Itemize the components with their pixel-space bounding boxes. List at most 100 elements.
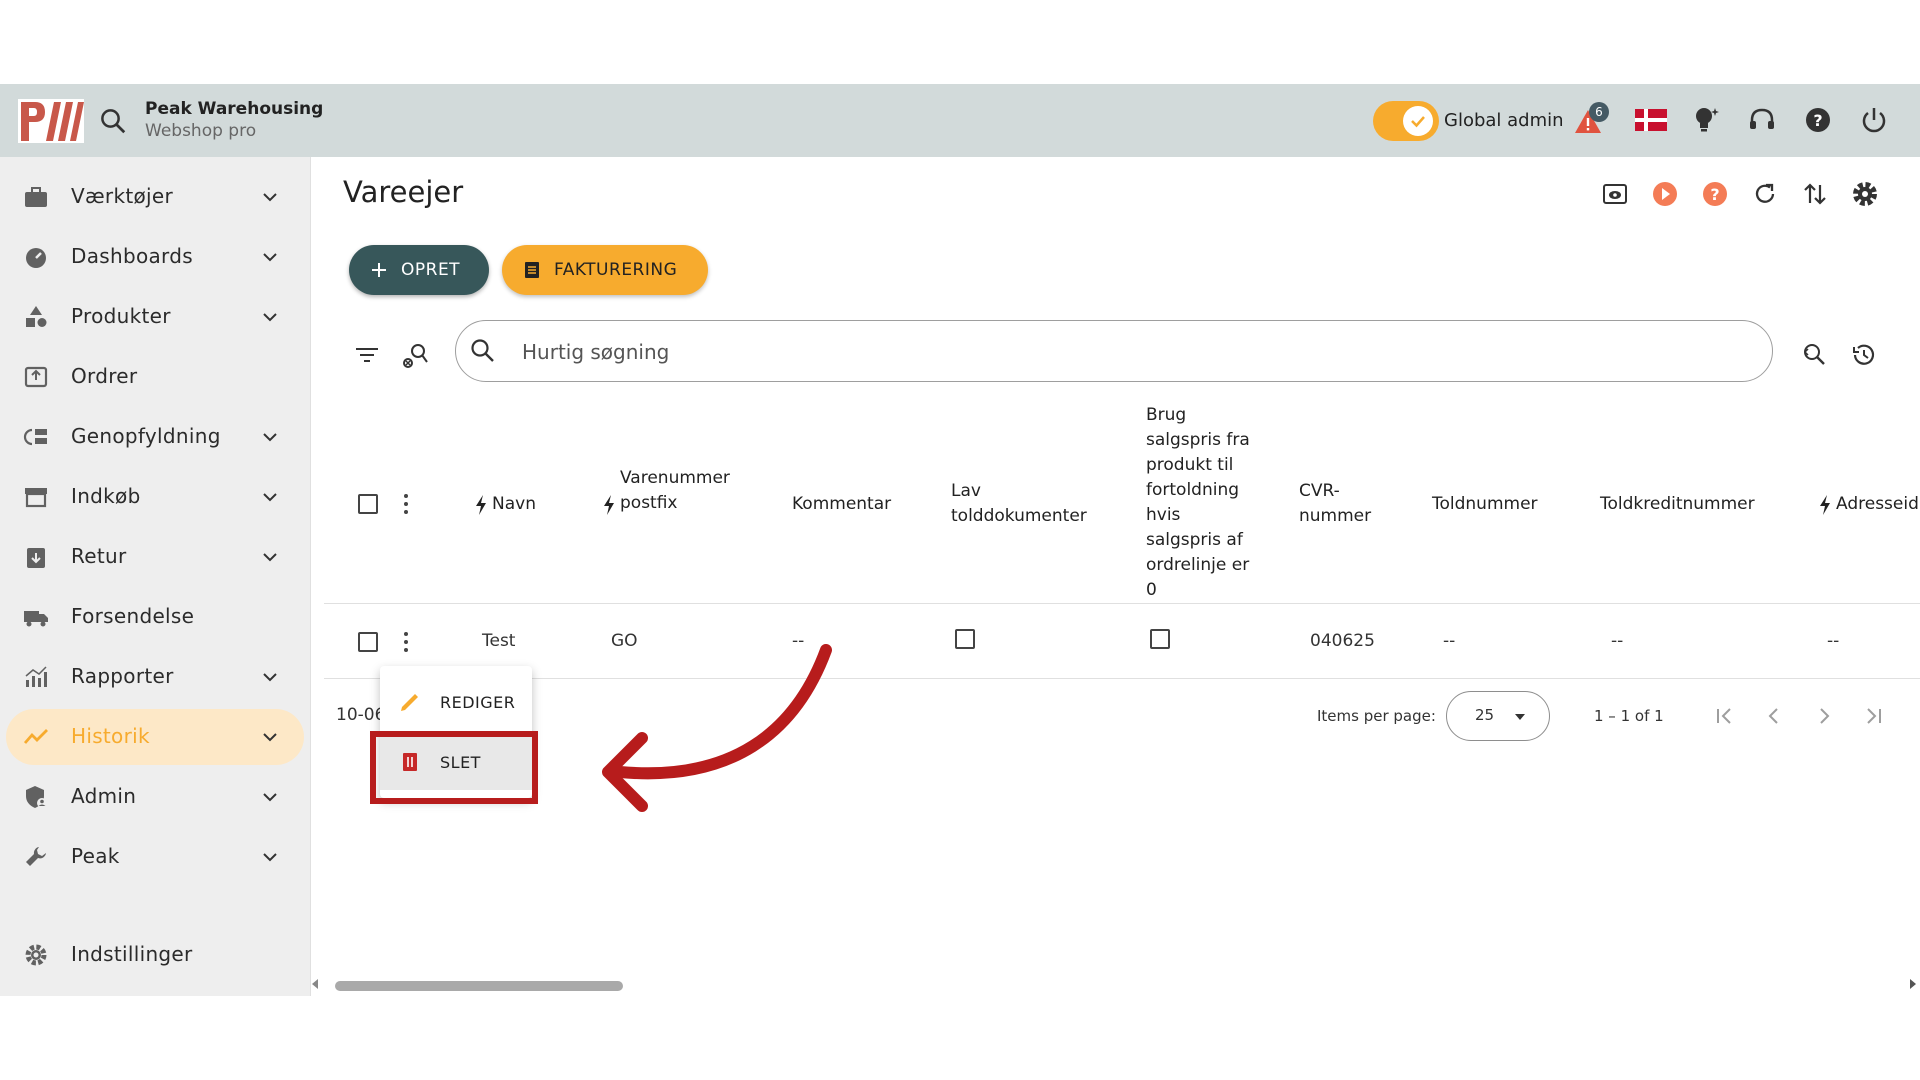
- sidebar-item-label: Forsendelse: [71, 604, 195, 628]
- header-cvr-line2[interactable]: nummer: [1299, 504, 1371, 529]
- sidebar-item-dashboards[interactable]: Dashboards: [6, 229, 304, 285]
- wrench-icon: [26, 847, 46, 866]
- cell-navn: Test: [482, 631, 516, 651]
- previous-page-icon[interactable]: [1760, 702, 1788, 730]
- danish-flag-icon[interactable]: [1633, 102, 1669, 138]
- history-icon[interactable]: [1847, 338, 1881, 372]
- sidebar-item-admin[interactable]: Admin: [6, 769, 304, 825]
- svg-text:?: ?: [1710, 185, 1719, 204]
- cell-toldkreditnummer: --: [1611, 631, 1624, 651]
- header-lav-tolddokumenter-line1[interactable]: Lav: [951, 479, 981, 504]
- speedometer-icon: [26, 248, 46, 268]
- header-kommentar[interactable]: Kommentar: [792, 492, 891, 517]
- header-brug-line7[interactable]: ordrelinje er: [1146, 553, 1249, 578]
- chevron-down-icon: [263, 793, 277, 802]
- header-navn-label: Navn: [492, 494, 536, 514]
- sidebar-item-retur[interactable]: Retur: [6, 529, 304, 585]
- brand-title: Peak Warehousing: [145, 99, 324, 119]
- first-page-icon[interactable]: [1710, 702, 1738, 730]
- header-toldnummer[interactable]: Toldnummer: [1432, 492, 1538, 517]
- gear-icon: [25, 944, 47, 966]
- document-list-icon: [525, 262, 539, 278]
- row-checkbox[interactable]: [358, 632, 378, 652]
- sidebar-item-peak[interactable]: Peak: [6, 829, 304, 885]
- refresh-icon[interactable]: [1748, 177, 1782, 211]
- main-content: Vareejer ? OPRET FAKTURERING Navn: [311, 157, 1920, 996]
- chevron-down-icon: [263, 733, 277, 742]
- invoicing-button[interactable]: FAKTURERING: [502, 245, 708, 295]
- filter-icon[interactable]: [350, 338, 384, 372]
- sidebar-item-forsendelse[interactable]: Forsendelse: [6, 589, 304, 645]
- table-row[interactable]: Test GO -- 040625 -- -- --: [324, 604, 1920, 678]
- header-lav-tolddokumenter-line2[interactable]: tolddokumenter: [951, 504, 1087, 529]
- sidebar-item-produkter[interactable]: Produkter: [6, 289, 304, 345]
- preview-icon[interactable]: [1598, 177, 1632, 211]
- sort-icon[interactable]: [1798, 177, 1832, 211]
- more-vert-icon[interactable]: [403, 492, 409, 516]
- sidebar-item-label: Historik: [71, 724, 150, 748]
- sidebar-item-indkob[interactable]: Indkøb: [6, 469, 304, 525]
- sidebar-item-ordrer[interactable]: Ordrer: [6, 349, 304, 405]
- chevron-down-icon: [263, 193, 277, 202]
- cell-lav-tolddokumenter-checkbox[interactable]: [955, 629, 975, 649]
- scrollbar-thumb[interactable]: [335, 981, 623, 991]
- user-search-icon[interactable]: [399, 338, 433, 372]
- header-toldkreditnummer[interactable]: Toldkreditnummer: [1600, 492, 1755, 517]
- header-brug-line6[interactable]: salgspris af: [1146, 528, 1243, 553]
- sidebar-item-label: Produkter: [71, 304, 171, 328]
- header-cvr-line1[interactable]: CVR-: [1299, 479, 1340, 504]
- sidebar-item-label: Retur: [71, 544, 127, 568]
- global-admin-toggle[interactable]: [1373, 101, 1439, 141]
- question-icon[interactable]: ?: [1698, 177, 1732, 211]
- header-brug-line3[interactable]: produkt til: [1146, 453, 1233, 478]
- header-brug-line5[interactable]: hvis: [1146, 503, 1180, 528]
- header-brug-line2[interactable]: salgspris fra: [1146, 428, 1250, 453]
- lightning-icon: [604, 495, 614, 515]
- row-more-vert-icon[interactable]: [403, 630, 409, 654]
- sidebar-item-label: Admin: [71, 784, 137, 808]
- create-button-label: OPRET: [401, 260, 461, 280]
- sidebar-item-rapporter[interactable]: Rapporter: [6, 649, 304, 705]
- bar-chart-icon: [25, 666, 47, 687]
- sidebar-item-label: Indkøb: [71, 484, 141, 508]
- dropdown-arrow-icon: [1515, 714, 1525, 720]
- lightning-icon: [1820, 495, 1830, 515]
- header-brug-line4[interactable]: fortoldning: [1146, 478, 1239, 503]
- sidebar-item-genopfyldning[interactable]: Genopfyldning: [6, 409, 304, 465]
- headset-icon[interactable]: [1744, 102, 1780, 138]
- sidebar-item-vaerktojer[interactable]: Værktøjer: [6, 169, 304, 225]
- last-page-icon[interactable]: [1860, 702, 1888, 730]
- sidebar-item-label: Dashboards: [71, 244, 193, 268]
- cell-adresseid: --: [1827, 631, 1840, 651]
- gear-icon[interactable]: [1848, 177, 1882, 211]
- select-all-checkbox[interactable]: [358, 494, 378, 514]
- peak-logo[interactable]: [18, 99, 84, 143]
- quick-search-input[interactable]: [520, 333, 1724, 371]
- edit-menu-item[interactable]: REDIGER: [380, 674, 532, 730]
- delete-highlight-box: [370, 731, 538, 804]
- chevron-down-icon: [263, 853, 277, 862]
- sidebar-item-historik[interactable]: Historik: [6, 709, 304, 765]
- quick-search-box[interactable]: [455, 320, 1773, 382]
- next-page-icon[interactable]: [1810, 702, 1838, 730]
- chevron-down-icon: [263, 313, 277, 322]
- help-icon[interactable]: ?: [1800, 102, 1836, 138]
- sidebar-item-indstillinger[interactable]: Indstillinger: [6, 927, 304, 983]
- replenish-icon: [23, 428, 47, 446]
- play-icon[interactable]: [1648, 177, 1682, 211]
- header-varenummer-line2: postfix: [620, 493, 678, 513]
- items-per-page-select[interactable]: 25: [1446, 691, 1550, 741]
- header-brug-line8[interactable]: 0: [1146, 578, 1157, 603]
- cell-brug-salgspris-checkbox[interactable]: [1150, 629, 1170, 649]
- header-varenummer-line1: Varenummer: [620, 468, 730, 488]
- edit-menu-label: REDIGER: [440, 693, 516, 712]
- lightbulb-icon[interactable]: [1688, 102, 1724, 138]
- lightning-icon: [476, 495, 486, 515]
- create-button[interactable]: OPRET: [349, 245, 489, 295]
- search-icon[interactable]: [98, 106, 128, 136]
- app-window: Peak Warehousing Webshop pro Global admi…: [0, 84, 1920, 996]
- header-adresseid-label: Adresseid: [1836, 494, 1919, 514]
- zoom-reset-icon[interactable]: [1797, 338, 1831, 372]
- header-brug-line1[interactable]: Brug: [1146, 403, 1186, 428]
- power-icon[interactable]: [1856, 102, 1892, 138]
